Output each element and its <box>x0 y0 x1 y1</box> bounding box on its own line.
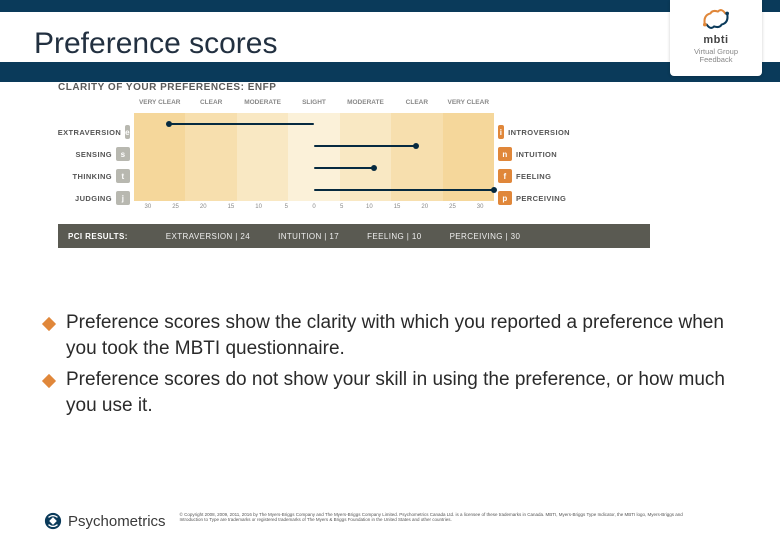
diamond-icon <box>42 317 56 331</box>
badge-i: i <box>498 125 504 139</box>
row-left-3: JUDGINGj <box>58 187 130 209</box>
footer-copyright: © Copyright 2008, 2009, 2011, 2016 by Th… <box>180 512 700 523</box>
chart-bands <box>134 113 494 201</box>
bullet-1: Preference scores do not show your skill… <box>44 367 740 418</box>
row-left-0: EXTRAVERSIONe <box>58 121 130 143</box>
row-right-2: fFEELING <box>498 165 570 187</box>
footer-brand: Psychometrics <box>68 513 166 530</box>
pci-results-bar: PCI RESULTS: EXTRAVERSION | 24 INTUITION… <box>58 224 650 248</box>
logo-brand: mbti <box>703 34 728 46</box>
pci-item-0: EXTRAVERSION | 24 <box>166 232 250 241</box>
badge-p: p <box>498 191 512 205</box>
chart-area: CLARITY OF YOUR PREFERENCES: ENFP EXTRAV… <box>58 82 650 248</box>
pref-line-3 <box>314 189 494 191</box>
row-right-1: nINTUITION <box>498 143 570 165</box>
chart-grid: VERY CLEARCLEARMODERATESLIGHTMODERATECLE… <box>134 99 494 210</box>
pref-line-1 <box>314 145 416 147</box>
logo-box: mbti Virtual Group Feedback <box>670 0 762 76</box>
col-headers: VERY CLEARCLEARMODERATESLIGHTMODERATECLE… <box>134 99 494 111</box>
mbti-logo-icon <box>697 6 735 32</box>
logo-subtext: Virtual Group Feedback <box>694 48 738 65</box>
row-labels-right: iINTROVERSION nINTUITION fFEELING pPERCE… <box>498 99 570 209</box>
bullet-list: Preference scores show the clarity with … <box>44 310 740 425</box>
badge-j: j <box>116 191 130 205</box>
axis-labels: 30252015105051015202530 <box>134 204 494 210</box>
pci-label: PCI RESULTS: <box>68 232 138 241</box>
page-title: Preference scores <box>0 27 277 61</box>
pci-item-3: PERCEIVING | 30 <box>450 232 521 241</box>
pci-item-1: INTUITION | 17 <box>278 232 339 241</box>
badge-e: e <box>125 125 130 139</box>
badge-f: f <box>498 169 512 183</box>
footer: Psychometrics © Copyright 2008, 2009, 20… <box>44 512 752 530</box>
row-labels-left: EXTRAVERSIONe SENSINGs THINKINGt JUDGING… <box>58 99 130 209</box>
pref-line-0 <box>170 123 314 125</box>
blue-band <box>0 62 780 82</box>
top-stripe <box>0 0 780 12</box>
clarity-title: CLARITY OF YOUR PREFERENCES: ENFP <box>58 82 650 93</box>
badge-s: s <box>116 147 130 161</box>
pref-line-2 <box>314 167 374 169</box>
badge-n: n <box>498 147 512 161</box>
preference-chart: EXTRAVERSIONe SENSINGs THINKINGt JUDGING… <box>58 99 650 210</box>
row-left-2: THINKINGt <box>58 165 130 187</box>
bullet-0: Preference scores show the clarity with … <box>44 310 740 361</box>
psychometrics-logo-icon <box>44 512 62 530</box>
pci-item-2: FEELING | 10 <box>367 232 421 241</box>
row-right-3: pPERCEIVING <box>498 187 570 209</box>
diamond-icon <box>42 374 56 388</box>
row-right-0: iINTROVERSION <box>498 121 570 143</box>
row-left-1: SENSINGs <box>58 143 130 165</box>
badge-t: t <box>116 169 130 183</box>
